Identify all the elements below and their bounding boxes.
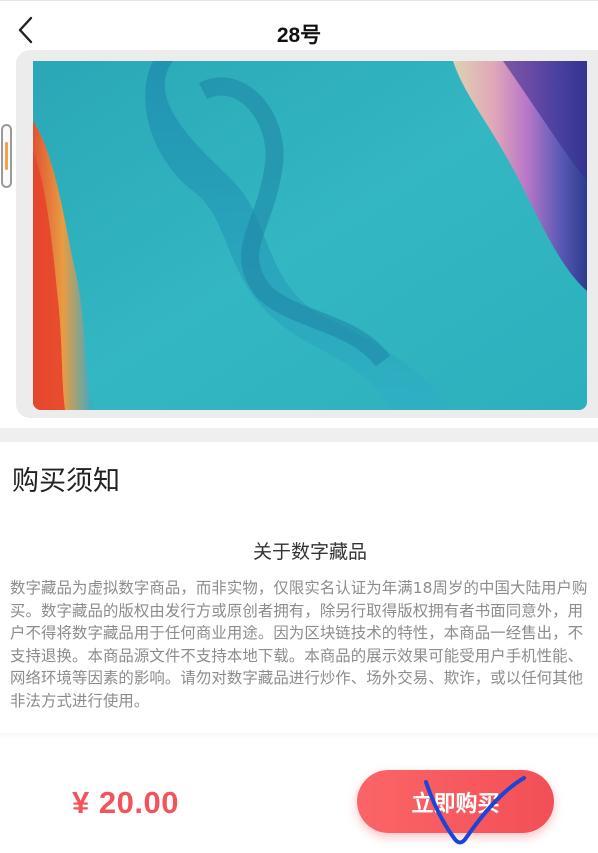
notice-body: 数字藏品为虚拟数字商品，而非实物，仅限实名认证为年满18周岁的中国大陆用户购买。…: [10, 579, 588, 710]
scroll-handle[interactable]: [1, 124, 12, 188]
buy-now-button[interactable]: 立即购买: [357, 770, 554, 833]
section-divider: [0, 428, 598, 442]
footer-divider: [0, 733, 598, 739]
artwork-image: [33, 61, 587, 410]
notice-heading: 购买须知: [12, 466, 120, 497]
notice-subtitle: 关于数字藏品: [252, 541, 367, 563]
page-title: 28号: [276, 24, 322, 47]
price-label: ¥ 20.00: [72, 785, 179, 820]
